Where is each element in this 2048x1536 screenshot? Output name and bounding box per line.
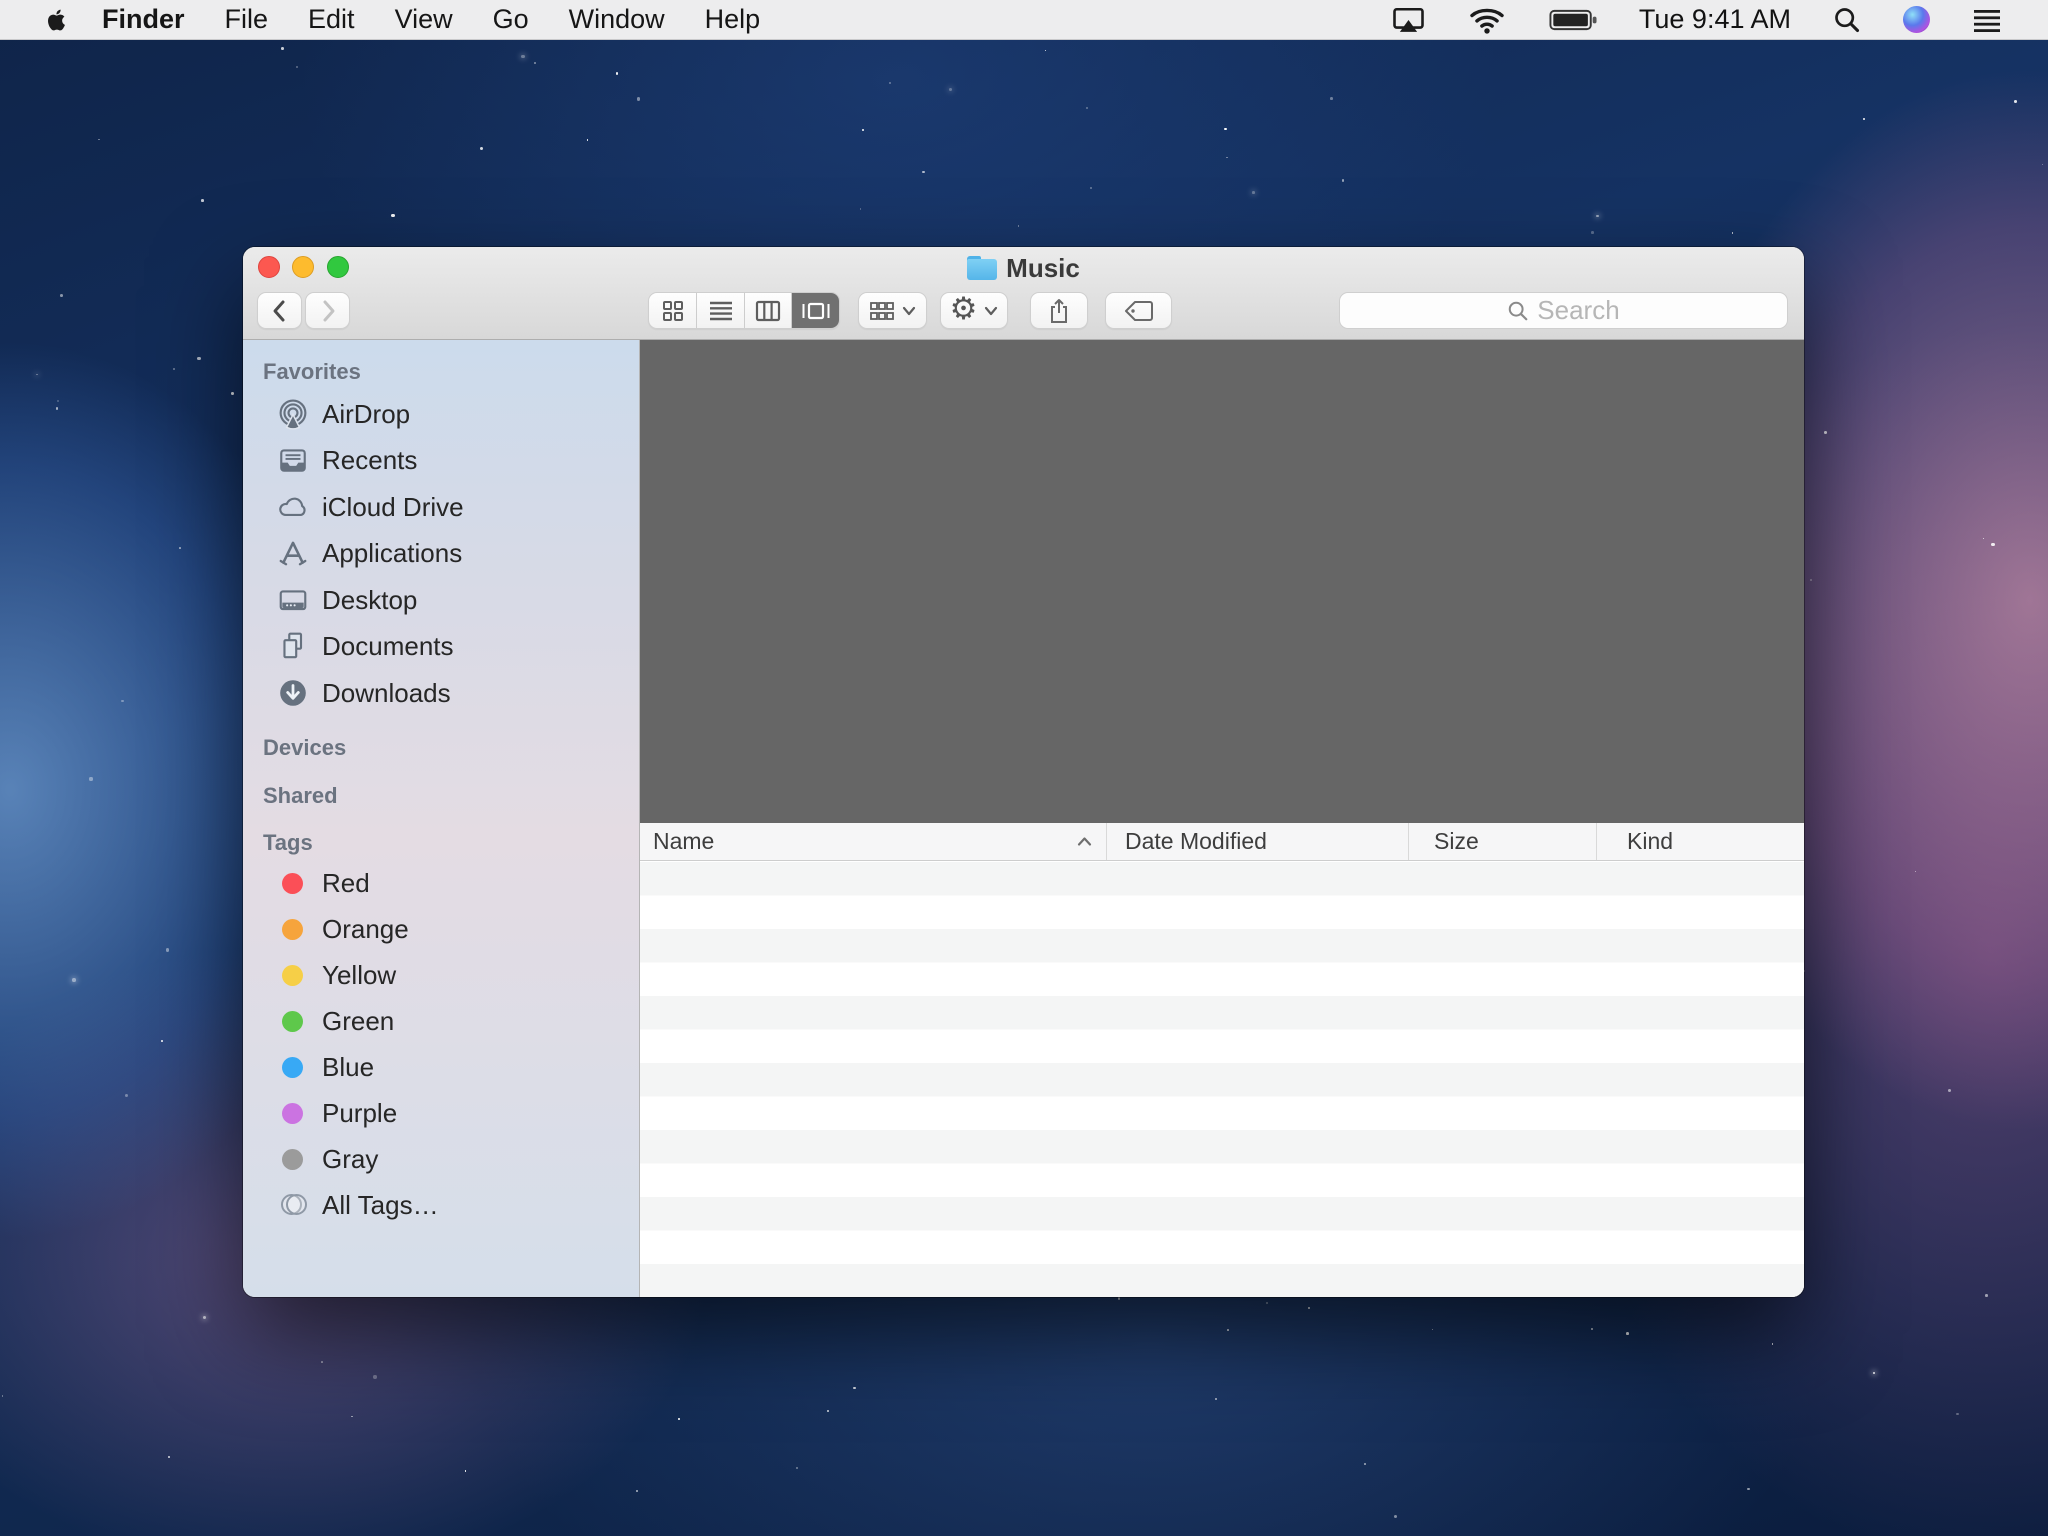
search-icon: [1507, 300, 1529, 322]
menu-go[interactable]: Go: [493, 4, 529, 35]
column-header-kind[interactable]: Kind: [1596, 823, 1804, 860]
chevron-down-icon: [902, 306, 916, 316]
sidebar-header-favorites: Favorites: [263, 359, 361, 385]
airplay-icon[interactable]: [1392, 6, 1425, 34]
icon-view-button[interactable]: [649, 293, 696, 328]
list-column-headers: Name Date Modified Size Kind: [640, 823, 1804, 861]
gallery-view-button[interactable]: [791, 293, 839, 328]
share-icon: [1047, 297, 1071, 325]
tag-button[interactable]: [1105, 292, 1172, 329]
folder-icon: [967, 256, 997, 280]
sidebar-header-devices: Devices: [263, 735, 346, 761]
tag-icon: [1124, 300, 1154, 322]
menu-bar: Finder File Edit View Go Window Help Tue…: [0, 0, 2048, 40]
menu-window[interactable]: Window: [569, 4, 665, 35]
yellow-tag-dot: [282, 965, 303, 986]
sidebar-tag-orange[interactable]: Orange: [243, 906, 639, 952]
apple-menu[interactable]: [44, 5, 69, 35]
icon-view-icon: [661, 299, 685, 323]
sidebar-item-icloud-drive[interactable]: iCloud Drive: [243, 484, 639, 530]
group-icon: [869, 299, 895, 323]
list-view-button[interactable]: [696, 293, 744, 328]
sidebar-tag-red[interactable]: Red: [243, 860, 639, 906]
sidebar-tag-blue[interactable]: Blue: [243, 1044, 639, 1090]
battery-icon[interactable]: [1549, 7, 1597, 33]
menu-finder[interactable]: Finder: [102, 4, 185, 35]
search-placeholder: Search: [1537, 295, 1619, 326]
share-button[interactable]: [1030, 292, 1088, 329]
menu-edit[interactable]: Edit: [308, 4, 355, 35]
menu-file[interactable]: File: [225, 4, 269, 35]
sidebar: Favorites AirDrop R: [243, 340, 640, 1297]
orange-tag-dot: [282, 919, 303, 940]
sort-ascending-icon: [1077, 836, 1092, 847]
siri-icon[interactable]: [1903, 6, 1930, 33]
sidebar-item-downloads[interactable]: Downloads: [243, 670, 639, 716]
finder-window: Music: [243, 247, 1804, 1297]
gear-icon: ⚙: [950, 294, 978, 325]
notification-center-icon[interactable]: [1972, 7, 2002, 33]
window-title: Music: [1006, 253, 1080, 284]
sidebar-tag-all-tags[interactable]: All Tags…: [243, 1182, 639, 1228]
menu-help[interactable]: Help: [705, 4, 761, 35]
column-view-button[interactable]: [744, 293, 792, 328]
sidebar-header-tags: Tags: [263, 830, 313, 856]
sidebar-item-recents[interactable]: Recents: [243, 437, 639, 483]
blue-tag-dot: [282, 1057, 303, 1078]
file-list-empty: [640, 862, 1804, 1297]
spotlight-icon[interactable]: [1833, 6, 1861, 34]
red-tag-dot: [282, 873, 303, 894]
chevron-down-icon: [984, 306, 998, 316]
sidebar-item-applications[interactable]: Applications: [243, 530, 639, 576]
icloud-icon: [276, 491, 310, 523]
recents-icon: [276, 444, 310, 476]
desktop-icon: [276, 584, 310, 616]
downloads-icon: [276, 677, 310, 709]
list-view-icon: [708, 299, 734, 323]
window-title-area: Music: [243, 254, 1804, 282]
column-header-name[interactable]: Name: [640, 823, 1106, 860]
green-tag-dot: [282, 1011, 303, 1032]
action-button[interactable]: ⚙: [940, 292, 1008, 329]
purple-tag-dot: [282, 1103, 303, 1124]
sidebar-item-airdrop[interactable]: AirDrop: [243, 391, 639, 437]
documents-icon: [276, 630, 310, 662]
menu-view[interactable]: View: [395, 4, 453, 35]
window-titlebar: Music: [243, 247, 1804, 340]
sidebar-item-desktop[interactable]: Desktop: [243, 577, 639, 623]
back-button[interactable]: [257, 292, 302, 329]
sidebar-tag-gray[interactable]: Gray: [243, 1136, 639, 1182]
gallery-preview-area: [640, 340, 1804, 823]
forward-button[interactable]: [305, 292, 350, 329]
gallery-view-icon: [801, 299, 831, 323]
content-area: Name Date Modified Size Kind: [640, 340, 1804, 1297]
column-header-date-modified[interactable]: Date Modified: [1106, 823, 1408, 860]
chevron-left-icon: [269, 298, 291, 324]
sidebar-header-shared: Shared: [263, 783, 338, 809]
apple-logo-icon: [44, 5, 69, 35]
search-input[interactable]: Search: [1339, 292, 1788, 329]
gray-tag-dot: [282, 1149, 303, 1170]
column-view-icon: [755, 299, 781, 323]
column-header-size[interactable]: Size: [1408, 823, 1596, 860]
sidebar-tag-yellow[interactable]: Yellow: [243, 952, 639, 998]
applications-icon: [276, 537, 310, 569]
sidebar-tag-purple[interactable]: Purple: [243, 1090, 639, 1136]
airdrop-icon: [276, 398, 310, 430]
sidebar-item-documents[interactable]: Documents: [243, 623, 639, 669]
view-switcher: [648, 292, 840, 329]
sidebar-tag-green[interactable]: Green: [243, 998, 639, 1044]
wifi-icon[interactable]: [1467, 5, 1507, 35]
menu-clock[interactable]: Tue 9:41 AM: [1639, 4, 1791, 35]
all-tags-icon: [281, 1194, 305, 1216]
chevron-right-icon: [317, 298, 339, 324]
group-button[interactable]: [858, 292, 927, 329]
